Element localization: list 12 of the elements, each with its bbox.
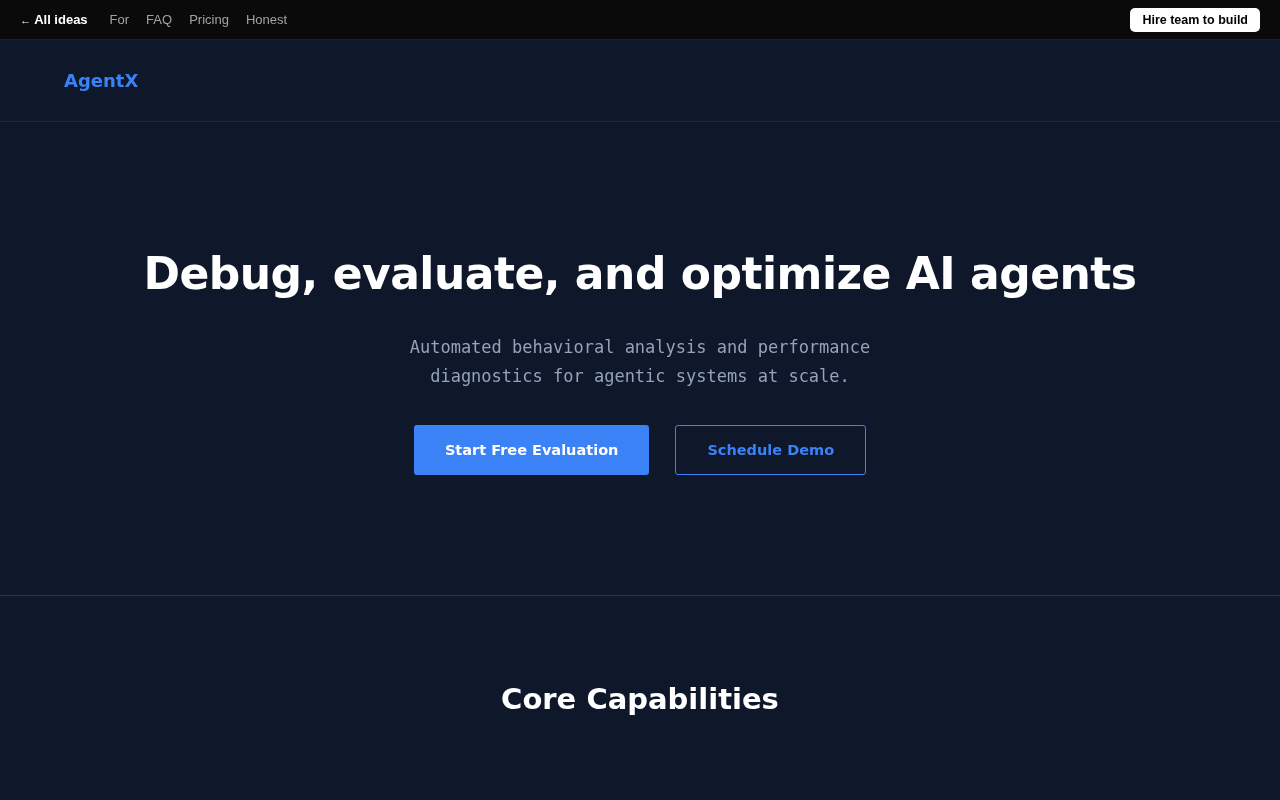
back-link[interactable]: ← All ideas [20, 12, 88, 27]
nav-link[interactable]: FAQ [146, 12, 173, 27]
hero-subtitle: Automated behavioral analysis and performance diagnostics for agentic systems at scale. [408, 336, 872, 388]
primary-button[interactable]: Start Free Evaluation [413, 425, 650, 475]
nav-link[interactable]: Honest [245, 12, 288, 27]
secondary-button[interactable]: Schedule Demo [675, 425, 867, 475]
hire-team-button[interactable]: Hire team to build [1130, 7, 1260, 32]
logo[interactable]: AgentX [64, 70, 139, 91]
nav-link[interactable]: Pricing [189, 12, 229, 27]
nav-link[interactable]: For [109, 12, 130, 27]
section-heading: Core Capabilities [501, 682, 779, 716]
hero-title: Debug, evaluate, and optimize AI agents [143, 248, 1137, 299]
